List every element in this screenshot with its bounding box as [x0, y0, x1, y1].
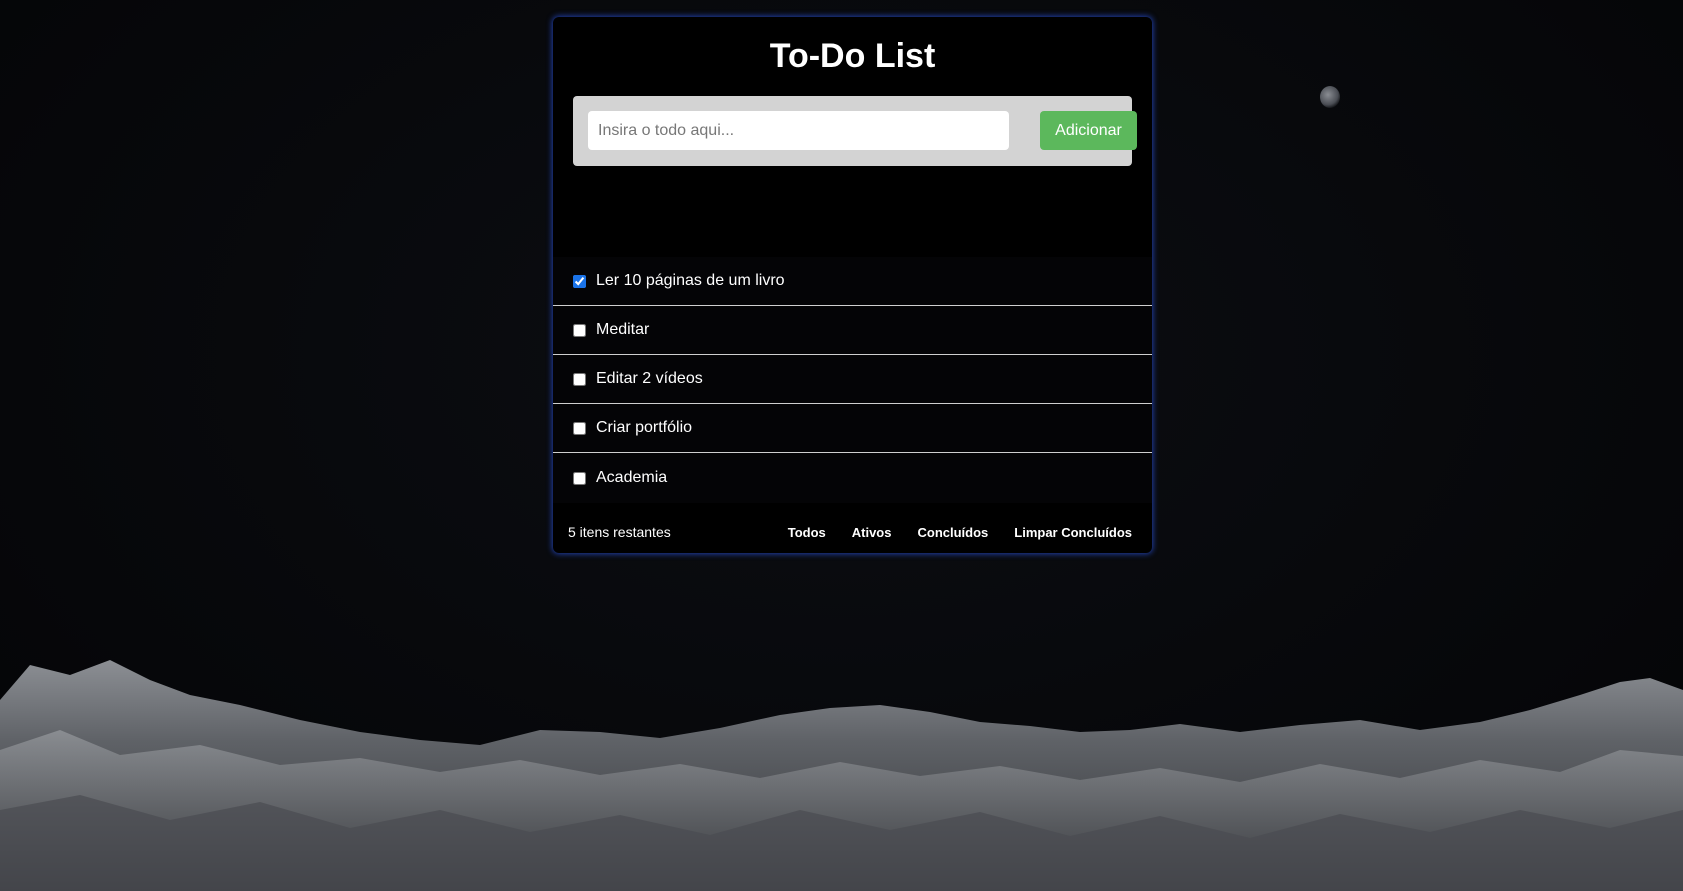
todo-label: Meditar: [596, 321, 650, 338]
todo-footer: 5 itens restantes Todos Ativos Concluído…: [553, 516, 1152, 548]
todo-label: Ler 10 páginas de um livro: [596, 272, 785, 289]
todo-checkbox[interactable]: [573, 274, 586, 288]
filter-all-button[interactable]: Todos: [788, 525, 826, 540]
add-todo-form: Adicionar: [573, 96, 1137, 166]
todo-checkbox[interactable]: [573, 421, 586, 435]
todo-item: Editar 2 vídeos: [553, 355, 1152, 404]
distant-moon: [1320, 86, 1340, 108]
todo-item: Meditar: [553, 306, 1152, 355]
filter-active-button[interactable]: Ativos: [852, 525, 892, 540]
todo-card: To-Do List Adicionar Ler 10 páginas de u…: [553, 17, 1152, 553]
todo-checkbox[interactable]: [573, 471, 586, 485]
background-scene: To-Do List Adicionar Ler 10 páginas de u…: [0, 0, 1683, 891]
todo-list: Ler 10 páginas de um livro Meditar Edita…: [553, 257, 1152, 503]
todo-checkbox[interactable]: [573, 323, 586, 337]
todo-label: Criar portfólio: [596, 419, 693, 436]
todo-item: Academia: [553, 453, 1152, 503]
todo-input[interactable]: [588, 111, 1009, 150]
todo-label: Editar 2 vídeos: [596, 370, 703, 387]
todo-label: Academia: [596, 469, 668, 486]
add-button[interactable]: Adicionar: [1040, 111, 1137, 150]
lunar-landscape: [0, 660, 1683, 891]
todo-checkbox[interactable]: [573, 372, 586, 386]
todo-item: Ler 10 páginas de um livro: [553, 257, 1152, 306]
filter-completed-button[interactable]: Concluídos: [917, 525, 988, 540]
remaining-count: 5 itens restantes: [568, 524, 671, 540]
clear-completed-button[interactable]: Limpar Concluídos: [1014, 525, 1132, 540]
todo-item: Criar portfólio: [553, 404, 1152, 453]
app-title: To-Do List: [769, 37, 936, 75]
